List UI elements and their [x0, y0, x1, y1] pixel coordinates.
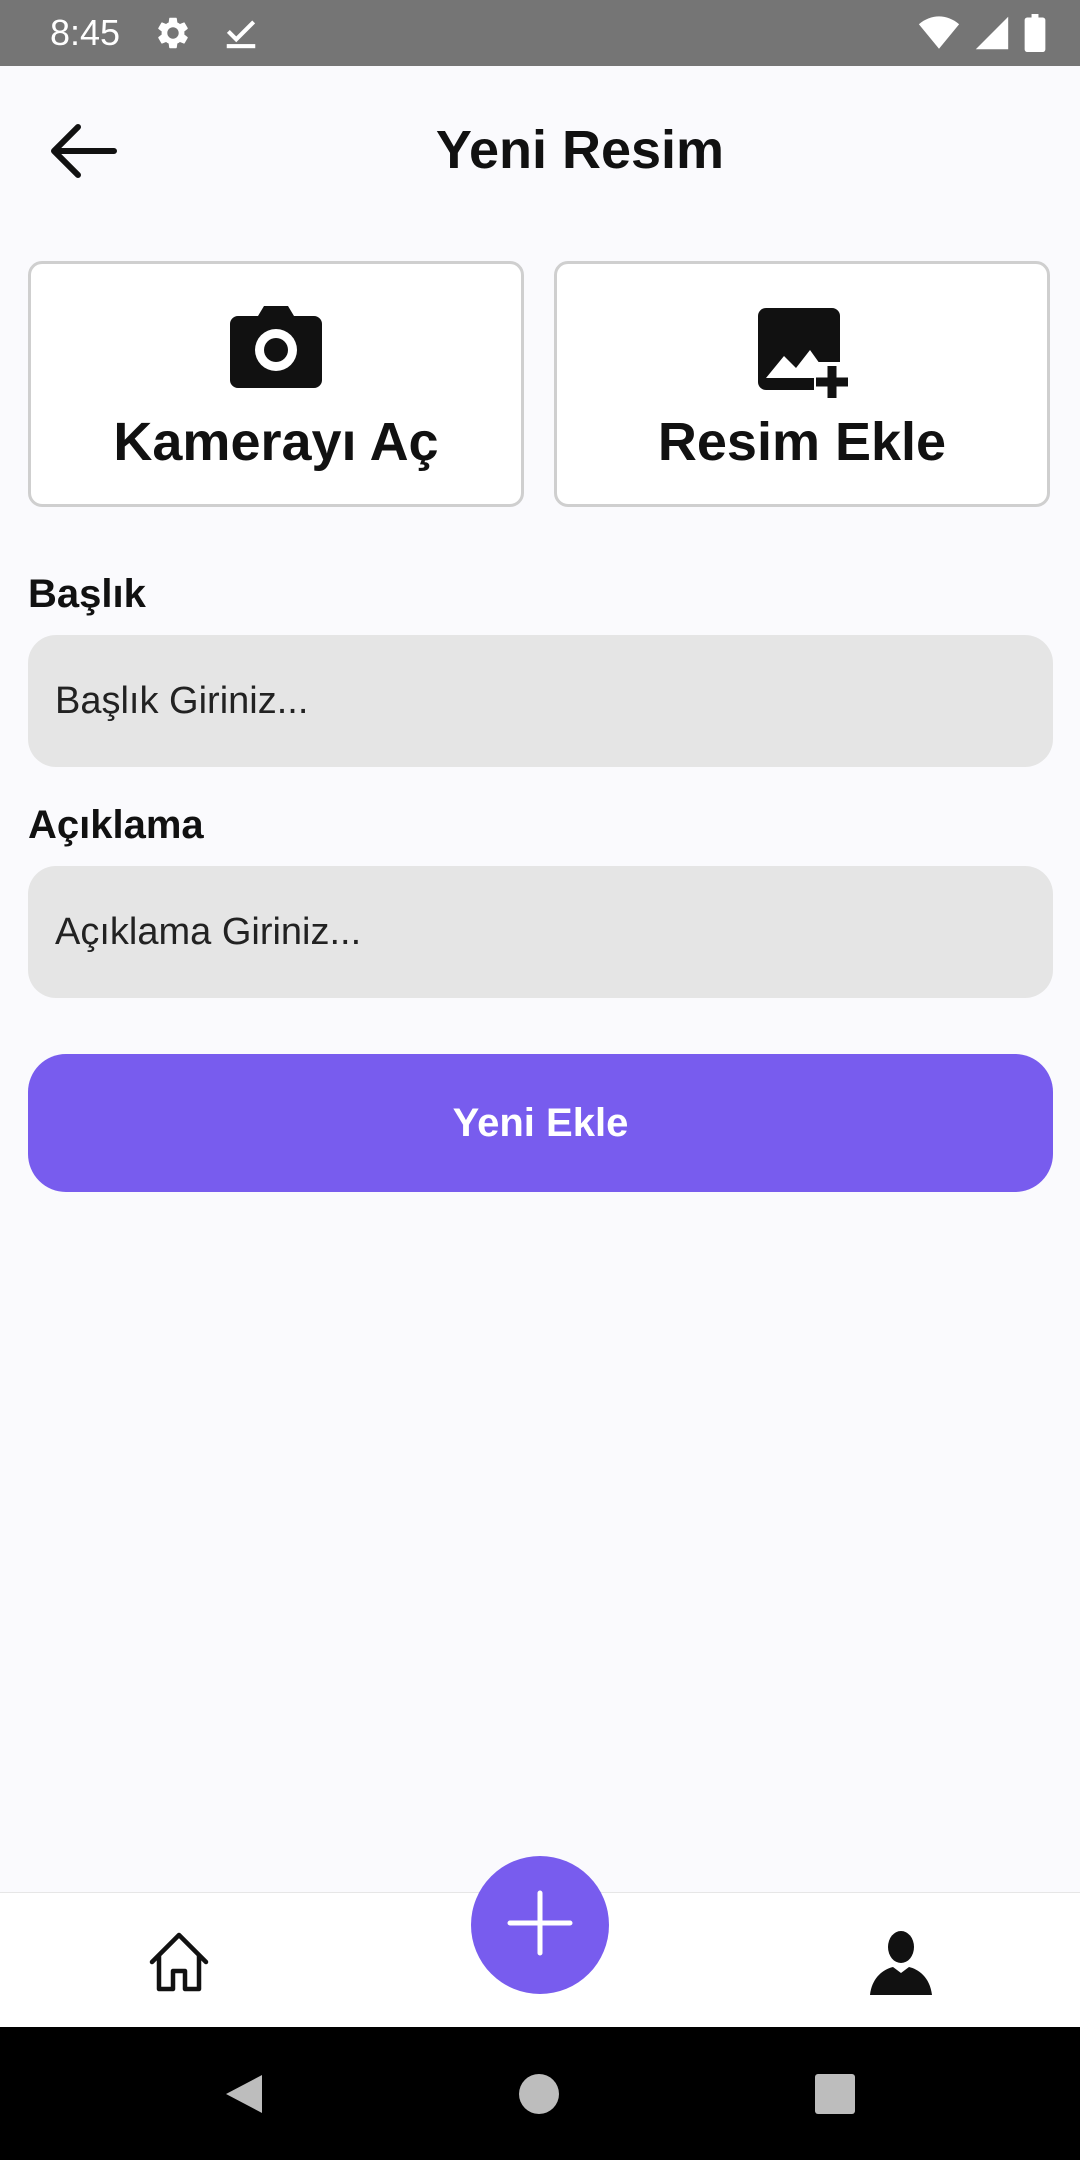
open-camera-button[interactable]: Kamerayı Aç: [28, 261, 524, 507]
system-back-icon[interactable]: [222, 2073, 264, 2120]
description-input[interactable]: [28, 866, 1053, 998]
battery-icon: [1024, 14, 1046, 57]
add-icon: [505, 1888, 575, 1963]
profile-icon: [866, 1931, 936, 2001]
camera-icon: [228, 304, 324, 393]
check-icon: [222, 14, 260, 57]
system-home-icon[interactable]: [518, 2073, 560, 2120]
title-input[interactable]: [28, 635, 1053, 767]
add-image-label: Resim Ekle: [657, 412, 947, 472]
status-bar: 8:45: [0, 0, 1080, 66]
title-label: Başlık: [28, 572, 146, 616]
page-title: Yeni Resim: [435, 120, 725, 180]
status-left-icons: [154, 14, 260, 57]
open-camera-label: Kamerayı Aç: [113, 412, 439, 472]
description-label: Açıklama: [28, 803, 204, 847]
wifi-icon: [918, 15, 960, 56]
nav-profile-button[interactable]: [866, 1927, 936, 1997]
add-photo-icon: [752, 304, 852, 409]
signal-icon: [974, 15, 1010, 56]
add-new-button[interactable]: Yeni Ekle: [28, 1054, 1053, 1192]
system-recents-icon[interactable]: [814, 2073, 856, 2120]
status-time: 8:45: [50, 12, 121, 53]
status-right-icons: [918, 14, 1046, 57]
add-image-button[interactable]: Resim Ekle: [554, 261, 1050, 507]
nav-home-button[interactable]: [146, 1929, 212, 1995]
system-nav-bar: [0, 2027, 1080, 2160]
home-icon: [146, 1932, 212, 1999]
add-fab-button[interactable]: [471, 1856, 609, 1994]
settings-icon: [154, 14, 192, 57]
